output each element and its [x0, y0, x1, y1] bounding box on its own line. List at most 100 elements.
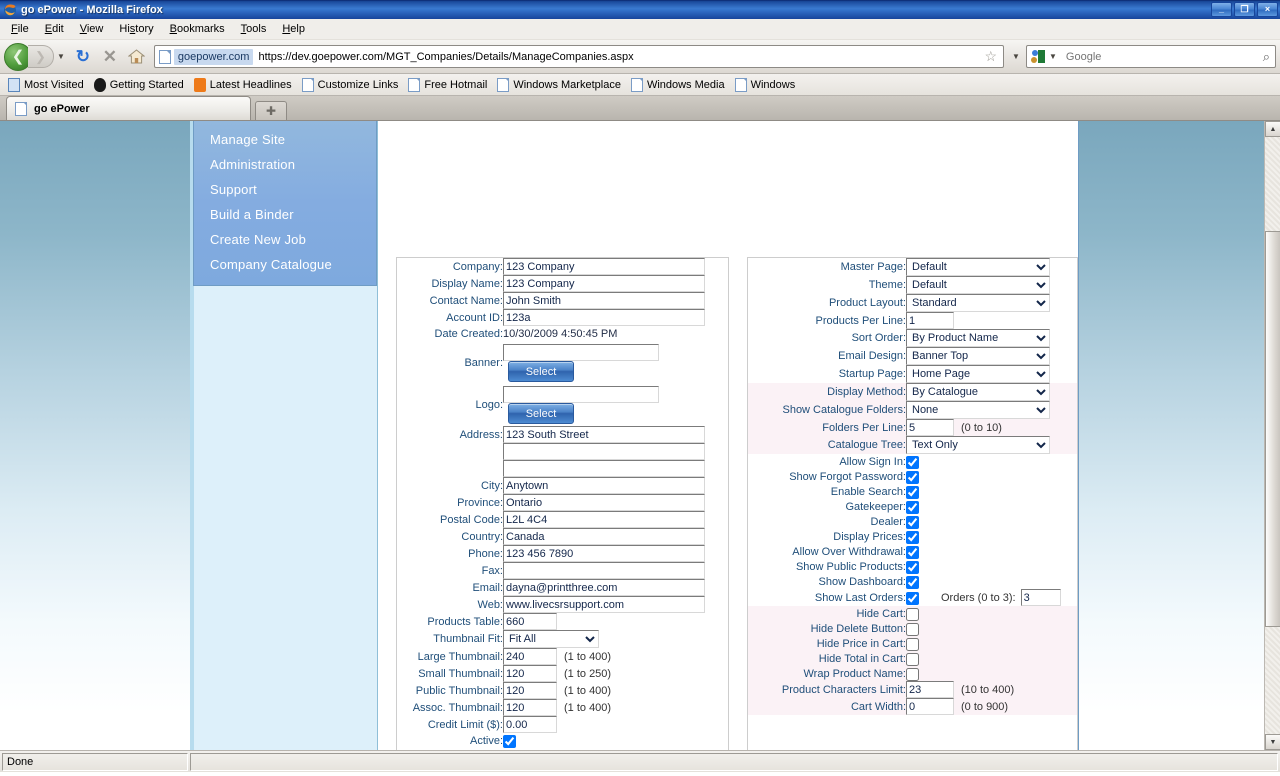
menu-history[interactable]: History [111, 21, 161, 37]
checkbox-active[interactable] [503, 735, 516, 748]
input-banner[interactable] [503, 344, 659, 361]
input-company[interactable] [503, 258, 705, 275]
form-row: Small Thumbnail: (1 to 250) [397, 665, 728, 682]
checkbox-allow-sign-in[interactable] [906, 456, 919, 469]
scroll-up-button[interactable]: ▲ [1265, 121, 1280, 137]
input-city[interactable] [503, 477, 705, 494]
google-icon[interactable] [1030, 49, 1046, 64]
input-assoc-thumbnail[interactable] [503, 699, 557, 716]
checkbox-enable-search[interactable] [906, 486, 919, 499]
search-engine-chevron-icon[interactable]: ▼ [1046, 52, 1060, 61]
input-address[interactable] [503, 426, 705, 443]
select-file-button-banner[interactable]: Select [508, 361, 574, 382]
checkbox-show-last-orders[interactable] [906, 592, 919, 606]
select-master-page[interactable]: Default [906, 258, 1050, 276]
select-email-design[interactable]: Banner Top [906, 347, 1050, 365]
checkbox-show-forgot-password[interactable] [906, 471, 919, 484]
bookmark-most-visited[interactable]: Most Visited [5, 77, 91, 93]
urlbar-dropdown-icon[interactable]: ▼ [1009, 52, 1023, 61]
sidebar-item-administration[interactable]: Administration [194, 152, 376, 177]
stop-icon[interactable]: ✕ [98, 45, 122, 69]
checkbox-show-public-products[interactable] [906, 561, 919, 574]
select-display-method[interactable]: By Catalogue [906, 383, 1050, 401]
input-web[interactable] [503, 596, 705, 613]
input-postal-code[interactable] [503, 511, 705, 528]
checkbox-display-prices[interactable] [906, 531, 919, 544]
sidebar-item-company-catalogue[interactable]: Company Catalogue [194, 252, 376, 277]
select-show-catalogue-folders[interactable]: None [906, 401, 1050, 419]
bookmark-star-icon[interactable]: ☆ [984, 48, 1001, 65]
sidebar-item-build-a-binder[interactable]: Build a Binder [194, 202, 376, 227]
sidebar-item-create-new-job[interactable]: Create New Job [194, 227, 376, 252]
search-icon[interactable]: ⌕ [1263, 49, 1272, 65]
checkbox-allow-over-withdrawal[interactable] [906, 546, 919, 559]
scroll-down-button[interactable]: ▼ [1265, 734, 1280, 750]
checkbox-show-dashboard[interactable] [906, 576, 919, 589]
sidebar-item-manage-site[interactable]: Manage Site [194, 127, 376, 152]
menu-view[interactable]: View [72, 21, 112, 37]
select-thumbnail-fit[interactable]: Fit All [503, 630, 599, 648]
checkbox-hide-total-in-cart[interactable] [906, 653, 919, 666]
input-contact-name[interactable] [503, 292, 705, 309]
input-phone[interactable] [503, 545, 705, 562]
menu-help[interactable]: Help [274, 21, 313, 37]
minimize-button[interactable]: _ [1211, 2, 1232, 17]
input-logo[interactable] [503, 386, 659, 403]
home-icon[interactable] [125, 45, 149, 69]
url-bar[interactable]: goepower.com https://dev.goepower.com/MG… [153, 45, 1004, 68]
checkbox-hide-delete-button[interactable] [906, 623, 919, 636]
bookmark-windows[interactable]: Windows [732, 77, 803, 93]
bookmark-latest-headlines[interactable]: Latest Headlines [191, 77, 299, 93]
sidebar-item-support[interactable]: Support [194, 177, 376, 202]
input-products-per-line[interactable] [906, 312, 954, 329]
scrollbar-thumb[interactable] [1265, 231, 1280, 627]
bookmark-free-hotmail[interactable]: Free Hotmail [405, 77, 494, 93]
vertical-scrollbar[interactable]: ▲ ▼ [1264, 121, 1280, 750]
select-file-button-logo[interactable]: Select [508, 403, 574, 424]
input-blank[interactable] [503, 443, 705, 460]
input-orders-count[interactable] [1020, 589, 1061, 606]
input-fax[interactable] [503, 562, 705, 579]
checkbox-hide-price-in-cart[interactable] [906, 638, 919, 651]
input-cart-width[interactable] [906, 698, 954, 715]
chevron-down-icon[interactable]: ▼ [54, 52, 68, 61]
reload-icon[interactable]: ↻ [71, 45, 95, 69]
tab-go-epower[interactable]: go ePower [6, 96, 251, 120]
menu-edit[interactable]: Edit [37, 21, 72, 37]
select-sort-order[interactable]: By Product Name [906, 329, 1050, 347]
input-credit-limit[interactable] [503, 716, 557, 733]
bookmark-windows-marketplace[interactable]: Windows Marketplace [494, 77, 628, 93]
checkbox-hide-cart[interactable] [906, 608, 919, 621]
checkbox-dealer[interactable] [906, 516, 919, 529]
checkbox-wrap-product-name[interactable] [906, 668, 919, 681]
menu-bookmarks[interactable]: Bookmarks [162, 21, 233, 37]
forward-arrow-icon[interactable]: ❯ [28, 45, 54, 68]
menu-tools[interactable]: Tools [233, 21, 275, 37]
select-product-layout[interactable]: Standard [906, 294, 1050, 312]
new-tab-button[interactable]: ✚ [255, 101, 287, 120]
input-public-thumbnail[interactable] [503, 682, 557, 699]
input-province[interactable] [503, 494, 705, 511]
input-large-thumbnail[interactable] [503, 648, 557, 665]
select-theme[interactable]: Default [906, 276, 1050, 294]
input-small-thumbnail[interactable] [503, 665, 557, 682]
select-startup-page[interactable]: Home Page [906, 365, 1050, 383]
input-account-id[interactable] [503, 309, 705, 326]
bookmark-customize-links[interactable]: Customize Links [299, 77, 406, 93]
input-products-table[interactable] [503, 613, 557, 630]
menu-file[interactable]: FFileile [3, 21, 37, 37]
maximize-button[interactable]: ❐ [1234, 2, 1255, 17]
input-blank[interactable] [503, 460, 705, 477]
input-display-name[interactable] [503, 275, 705, 292]
select-catalogue-tree[interactable]: Text Only [906, 436, 1050, 454]
checkbox-gatekeeper[interactable] [906, 501, 919, 514]
bookmark-getting-started[interactable]: Getting Started [91, 77, 191, 93]
bookmark-windows-media[interactable]: Windows Media [628, 77, 732, 93]
search-input[interactable] [1059, 49, 1263, 64]
input-country[interactable] [503, 528, 705, 545]
input-product-characters-limit[interactable] [906, 681, 954, 698]
input-email[interactable] [503, 579, 705, 596]
input-folders-per-line[interactable] [906, 419, 954, 436]
search-bar[interactable]: ▼ ⌕ [1026, 45, 1276, 68]
close-button[interactable]: × [1257, 2, 1278, 17]
